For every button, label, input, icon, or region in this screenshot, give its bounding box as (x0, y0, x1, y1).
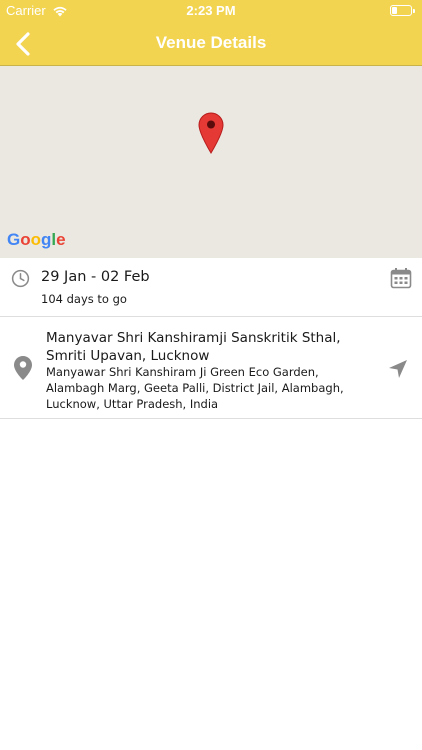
status-time: 2:23 PM (186, 3, 236, 18)
battery-icon (390, 5, 415, 16)
status-bar: Carrier 2:23 PM (0, 0, 422, 22)
calendar-icon[interactable] (390, 267, 412, 289)
google-logo-letter: o (20, 230, 31, 249)
app-header: Carrier 2:23 PM Venue Details (0, 0, 422, 66)
page-title: Venue Details (155, 33, 267, 52)
venue-name: Manyavar Shri Kanshiramji Sanskritik Sth… (46, 330, 341, 364)
clock-icon (11, 269, 30, 288)
google-logo: Google (7, 230, 66, 250)
back-button[interactable] (8, 28, 38, 60)
battery-level (392, 7, 397, 14)
google-logo-letter: G (7, 230, 21, 249)
google-logo-letter: e (56, 230, 66, 249)
google-logo-letter: o (30, 230, 42, 249)
venue-row: Manyavar Shri Kanshiramji Sanskritik Sth… (0, 317, 422, 419)
event-date-range: 29 Jan - 02 Feb (41, 269, 150, 285)
days-to-go: 104 days to go (41, 292, 127, 306)
directions-arrow-icon[interactable] (388, 359, 408, 379)
chevron-left-icon (16, 32, 30, 56)
venue-address: Manyawar Shri Kanshiram Ji Green Eco Gar… (46, 365, 344, 411)
location-pin-icon (14, 356, 32, 380)
nav-bar: Venue Details (0, 22, 422, 66)
map-pin-icon[interactable] (198, 112, 224, 154)
map-view[interactable]: Google (0, 66, 422, 258)
event-date-row: 29 Jan - 02 Feb 104 days to go (0, 258, 422, 317)
google-logo-letter: g (41, 230, 52, 249)
